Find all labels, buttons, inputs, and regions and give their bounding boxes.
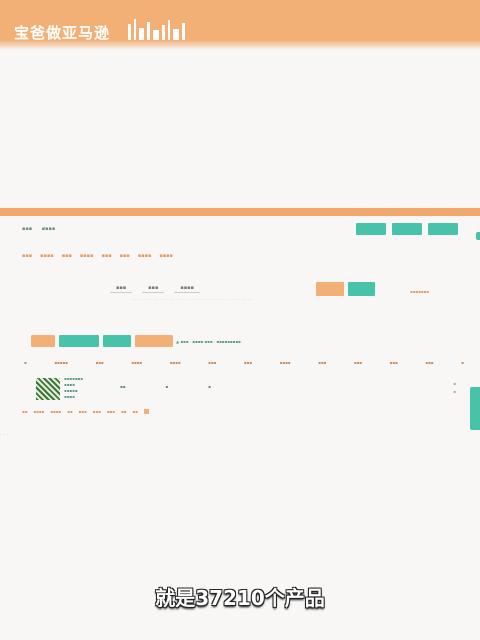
toolbar-button[interactable] xyxy=(356,223,386,235)
result-summary: ▲ ▪▪▪ · ▪▪▪▪ ▪▪▪ · ▪▪▪▪▪▪▪▪▪ xyxy=(176,339,241,344)
filter-input[interactable]: ▪▪▪▪ xyxy=(174,285,200,293)
pagination: · · · xyxy=(0,432,8,438)
video-subtitle: 就是37210个产品 xyxy=(155,586,325,610)
action-button[interactable] xyxy=(31,335,55,347)
column-header[interactable]: ▪ xyxy=(24,360,27,365)
header-strip xyxy=(0,208,480,216)
column-header[interactable]: ▪▪▪▪ xyxy=(170,360,181,365)
filter-select[interactable]: ▪▪▪ xyxy=(142,285,165,293)
tag-link[interactable]: ▪▪ xyxy=(132,409,137,414)
nav-tab[interactable]: ▪▪▪▪ xyxy=(80,253,94,259)
nav-tab[interactable]: ▪▪▪ xyxy=(62,253,72,259)
column-header[interactable]: ▪▪▪▪▪ xyxy=(54,360,68,365)
tag-link[interactable]: ▪▪ xyxy=(67,409,72,414)
nav-tab[interactable]: ▪▪▪▪ xyxy=(40,253,54,259)
nav-tab[interactable]: ▪▪▪ xyxy=(101,253,111,259)
account-link[interactable]: ▪▪▪ xyxy=(22,226,32,232)
hint-text: · · · · · · · · · · · · · · · · · · · · … xyxy=(132,297,254,302)
tag-link[interactable]: ▪▪▪▪ xyxy=(33,409,44,414)
nav-tab[interactable]: ▪▪▪ xyxy=(120,253,130,259)
action-bar xyxy=(31,335,173,347)
side-pin[interactable] xyxy=(476,232,480,240)
column-header[interactable]: ▪▪▪ xyxy=(390,360,398,365)
tag-link[interactable]: ▪▪ xyxy=(22,409,27,414)
account-row: ▪▪▪ ▪▪▪▪ xyxy=(22,226,63,232)
action-button[interactable] xyxy=(59,335,99,347)
column-header[interactable]: ▪▪▪ xyxy=(318,360,326,365)
tag-link[interactable]: ▪▪ xyxy=(121,409,126,414)
row-actions[interactable]: ▪ ▪ xyxy=(453,380,456,396)
table-row[interactable]: ▪▪▪▪▪▪▪ ▪▪▪▪ ▪▪▪▪▪ ▪▪▪▪ ▪▪ ▪ ▪ ▪ ▪ xyxy=(36,376,466,402)
account-link[interactable]: ▪▪▪▪ xyxy=(42,226,56,232)
action-button[interactable] xyxy=(103,335,131,347)
table-header: ▪ ▪▪▪▪▪ ▪▪▪ ▪▪▪▪ ▪▪▪▪ ▪▪▪ ▪▪▪ ▪▪▪▪ ▪▪▪ ▪… xyxy=(24,360,464,365)
nav-tab[interactable]: ▪▪▪▪ xyxy=(159,253,173,259)
skyline-icon xyxy=(128,19,185,42)
floating-side-panel[interactable] xyxy=(470,387,480,430)
tag-link[interactable]: ▪▪▪ xyxy=(107,409,115,414)
nav-tabs: ▪▪▪ ▪▪▪▪ ▪▪▪ ▪▪▪▪ ▪▪▪ ▪▪▪ ▪▪▪▪ ▪▪▪▪ xyxy=(22,253,173,259)
product-info: ▪▪▪▪▪▪▪ ▪▪▪▪ ▪▪▪▪▪ ▪▪▪▪ xyxy=(64,376,83,399)
top-button-group xyxy=(356,223,458,235)
column-header[interactable]: ▪▪▪ xyxy=(354,360,362,365)
filter-row: ▪▪▪ ▪▪▪ ▪▪▪▪ xyxy=(110,285,200,293)
column-header[interactable]: ▪▪▪ xyxy=(425,360,433,365)
nav-tab[interactable]: ▪▪▪ xyxy=(22,253,32,259)
advanced-link[interactable]: ▪▪▪▪▪▪▪ xyxy=(410,289,429,294)
column-header[interactable]: ▪▪▪▪ xyxy=(280,360,291,365)
tag-link[interactable]: ▪▪▪ xyxy=(93,409,101,414)
column-header[interactable]: ▪▪▪ xyxy=(244,360,252,365)
product-thumbnail[interactable] xyxy=(36,378,60,400)
category-tags: ▪▪ ▪▪▪▪ ▪▪▪▪ ▪▪ ▪▪▪ ▪▪▪ ▪▪▪ ▪▪ ▪▪ xyxy=(22,409,149,414)
column-header[interactable]: ▪▪▪ xyxy=(208,360,216,365)
column-header[interactable]: ▪ xyxy=(461,360,464,365)
filter-button[interactable] xyxy=(316,282,344,296)
tag-link[interactable]: ▪▪▪▪ xyxy=(50,409,61,414)
column-header[interactable]: ▪▪▪ xyxy=(96,360,104,365)
top-banner: 宝爸做亚马逊 xyxy=(0,0,480,50)
search-button[interactable] xyxy=(348,282,375,296)
filter-select[interactable]: ▪▪▪ xyxy=(110,285,133,293)
tag-icon xyxy=(143,409,149,414)
nav-tab[interactable]: ▪▪▪▪ xyxy=(138,253,152,259)
toolbar-button[interactable] xyxy=(392,223,422,235)
product-metrics: ▪▪ ▪ ▪ xyxy=(120,384,211,389)
column-header[interactable]: ▪▪▪▪ xyxy=(131,360,142,365)
action-button[interactable] xyxy=(135,335,173,347)
toolbar-button[interactable] xyxy=(428,223,458,235)
tag-link[interactable]: ▪▪▪ xyxy=(79,409,87,414)
